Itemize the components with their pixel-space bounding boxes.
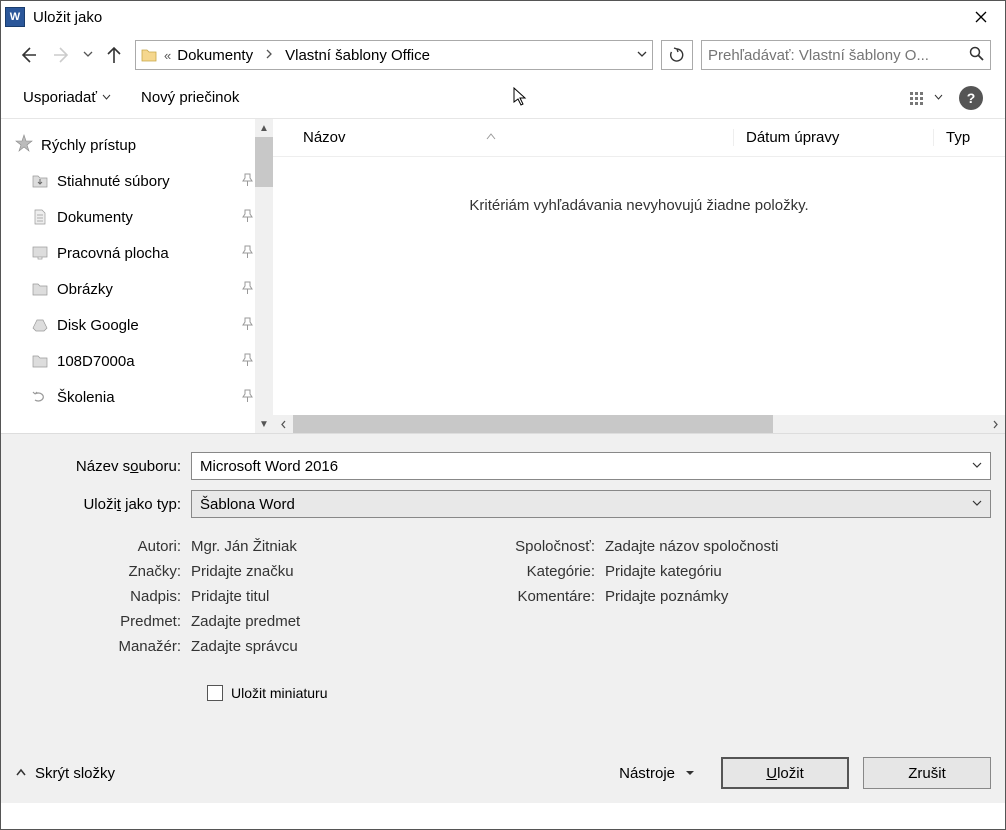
back-button[interactable]: [15, 42, 41, 68]
address-bar[interactable]: « Dokumenty Vlastní šablony Office: [135, 40, 653, 70]
bottom-panel: Název souboru: Microsoft Word 2016 Uloži…: [1, 433, 1005, 803]
scroll-right-icon[interactable]: [985, 415, 1005, 433]
filename-input[interactable]: Microsoft Word 2016: [191, 452, 991, 480]
filetype-select[interactable]: Šablona Word: [191, 490, 991, 518]
pin-icon: [242, 281, 253, 298]
scroll-down-icon[interactable]: ▼: [255, 415, 273, 433]
tags-label: Značky:: [15, 563, 191, 580]
categories-label: Kategórie:: [475, 563, 605, 580]
hide-folders-button[interactable]: Skrýt složky: [15, 765, 115, 782]
scroll-left-icon[interactable]: [273, 415, 293, 433]
pin-icon: [242, 245, 253, 262]
company-value[interactable]: Zadajte názov spoločnosti: [605, 538, 778, 555]
authors-value[interactable]: Mgr. Ján Žitniak: [191, 538, 297, 555]
toolbar: Usporiadať Nový priečinok ?: [1, 77, 1005, 119]
pin-icon: [242, 317, 253, 334]
scroll-thumb[interactable]: [255, 137, 273, 187]
pin-icon: [242, 389, 253, 406]
view-options-button[interactable]: [910, 91, 943, 105]
breadcrumb-part[interactable]: Vlastní šablony Office: [285, 47, 430, 64]
column-headers: Názov Dátum úpravy Typ: [273, 119, 1005, 157]
comments-label: Komentáre:: [475, 588, 605, 605]
navigation-bar: « Dokumenty Vlastní šablony Office: [1, 33, 1005, 77]
sidebar-item-desktop[interactable]: Pracovná plocha: [15, 235, 273, 271]
save-button[interactable]: Uložit: [721, 757, 849, 789]
sidebar: Rýchly prístup Stiahnuté súbory Dokument…: [1, 119, 273, 433]
folder-sync-icon: [31, 388, 49, 406]
title-label: Nadpis:: [15, 588, 191, 605]
desktop-icon: [31, 244, 49, 262]
pin-icon: [242, 353, 253, 370]
save-thumbnail-label: Uložit miniaturu: [231, 685, 327, 701]
subject-label: Predmet:: [15, 613, 191, 630]
sidebar-scrollbar[interactable]: ▲ ▼: [255, 119, 273, 433]
sidebar-quick-access[interactable]: Rýchly prístup: [15, 127, 273, 163]
filename-label: Název souboru:: [15, 458, 191, 475]
breadcrumb-part[interactable]: Dokumenty: [177, 47, 253, 64]
manager-value[interactable]: Zadajte správcu: [191, 638, 298, 655]
scroll-thumb[interactable]: [293, 415, 773, 433]
cancel-button[interactable]: Zrušit: [863, 757, 991, 789]
file-list: Názov Dátum úpravy Typ Kritériám vyhľadá…: [273, 119, 1005, 433]
window-title: Uložit jako: [33, 9, 961, 26]
titlebar: W Uložit jako: [1, 1, 1005, 33]
downloads-icon: [31, 172, 49, 190]
main-area: Rýchly prístup Stiahnuté súbory Dokument…: [1, 119, 1005, 433]
up-button[interactable]: [101, 42, 127, 68]
sidebar-item-google-drive[interactable]: Disk Google: [15, 307, 273, 343]
search-box[interactable]: [701, 40, 991, 70]
column-date[interactable]: Dátum úpravy: [733, 129, 933, 146]
authors-label: Autori:: [15, 538, 191, 555]
pictures-icon: [31, 280, 49, 298]
sidebar-item-pictures[interactable]: Obrázky: [15, 271, 273, 307]
breadcrumb-separator: [259, 48, 279, 62]
help-button[interactable]: ?: [959, 86, 983, 110]
pin-icon: [242, 209, 253, 226]
folder-icon: [140, 46, 158, 64]
manager-label: Manažér:: [15, 638, 191, 655]
empty-message: Kritériám vyhľadávania nevyhovujú žiadne…: [273, 157, 1005, 214]
close-button[interactable]: [961, 3, 1001, 31]
address-dropdown-icon[interactable]: [636, 48, 648, 62]
save-thumbnail-checkbox[interactable]: [207, 685, 223, 701]
google-drive-icon: [31, 316, 49, 334]
star-icon: [15, 134, 33, 157]
categories-value[interactable]: Pridajte kategóriu: [605, 563, 722, 580]
word-app-icon: W: [5, 7, 25, 27]
filetype-label: Uložit jako typ:: [15, 496, 191, 513]
sidebar-item-downloads[interactable]: Stiahnuté súbory: [15, 163, 273, 199]
folder-icon: [31, 352, 49, 370]
column-name[interactable]: Názov: [273, 129, 733, 146]
documents-icon: [31, 208, 49, 226]
comments-value[interactable]: Pridajte poznámky: [605, 588, 728, 605]
sidebar-item-folder[interactable]: Školenia: [15, 379, 273, 415]
pin-icon: [242, 173, 253, 190]
sort-indicator-icon: [486, 132, 496, 143]
scroll-up-icon[interactable]: ▲: [255, 119, 273, 137]
history-dropdown[interactable]: [83, 49, 93, 62]
tools-button[interactable]: Nástroje: [607, 765, 707, 782]
dropdown-icon[interactable]: [972, 498, 982, 510]
search-input[interactable]: [708, 47, 969, 64]
forward-button[interactable]: [49, 42, 75, 68]
title-value[interactable]: Pridajte titul: [191, 588, 269, 605]
organize-button[interactable]: Usporiadať: [23, 89, 111, 106]
new-folder-button[interactable]: Nový priečinok: [141, 89, 239, 106]
refresh-button[interactable]: [661, 40, 693, 70]
tags-value[interactable]: Pridajte značku: [191, 563, 294, 580]
search-icon[interactable]: [969, 46, 984, 64]
subject-value[interactable]: Zadajte predmet: [191, 613, 300, 630]
breadcrumb-overflow[interactable]: «: [164, 48, 171, 63]
sidebar-item-documents[interactable]: Dokumenty: [15, 199, 273, 235]
company-label: Spoločnosť:: [475, 538, 605, 555]
column-type[interactable]: Typ: [933, 129, 1005, 146]
sidebar-item-folder[interactable]: 108D7000a: [15, 343, 273, 379]
horizontal-scrollbar[interactable]: [273, 415, 1005, 433]
dropdown-icon[interactable]: [972, 460, 982, 472]
